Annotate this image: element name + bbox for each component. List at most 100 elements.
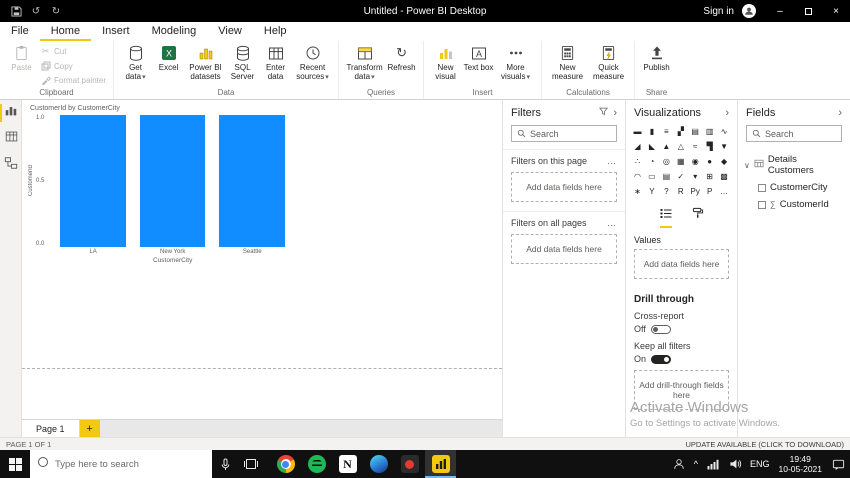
stacked-column-chart-icon[interactable]: ▮ xyxy=(645,125,658,138)
field-checkbox[interactable] xyxy=(758,184,766,192)
waterfall-chart-icon[interactable]: ▜ xyxy=(703,140,716,153)
language-indicator[interactable]: ENG xyxy=(748,459,772,469)
page-tab[interactable]: Page 1 xyxy=(22,420,80,437)
format-tab[interactable] xyxy=(692,206,704,228)
excel-button[interactable]: X Excel xyxy=(152,42,185,72)
taskbar-app-notion[interactable]: N xyxy=(332,450,363,478)
undo-icon[interactable]: ↺ xyxy=(28,3,44,19)
tab-insert[interactable]: Insert xyxy=(91,22,141,41)
filled-map-icon[interactable]: ● xyxy=(703,155,716,168)
bar-seattle[interactable] xyxy=(219,115,285,247)
line-chart-icon[interactable]: ∿ xyxy=(718,125,731,138)
taskbar-app-edge[interactable] xyxy=(363,450,394,478)
taskbar-app-power-bi[interactable] xyxy=(425,450,456,478)
table-icon[interactable]: ⊞ xyxy=(703,170,716,183)
tab-help[interactable]: Help xyxy=(253,22,298,41)
taskbar-app-chrome[interactable] xyxy=(270,450,301,478)
task-view-icon[interactable] xyxy=(238,450,264,478)
map-icon[interactable]: ◉ xyxy=(689,155,702,168)
taskbar-app-spotify[interactable] xyxy=(301,450,332,478)
bar-chart-visual[interactable]: CustomerId by CustomerCity CustomerId 1.… xyxy=(28,103,298,285)
stacked-area-chart-icon[interactable]: ◣ xyxy=(645,140,658,153)
model-view-button[interactable] xyxy=(0,152,22,178)
power-bi-datasets-button[interactable]: Power BI datasets xyxy=(185,42,226,81)
taskbar-search-input[interactable] xyxy=(55,459,205,470)
redo-icon[interactable]: ↻ xyxy=(48,3,64,19)
clustered-bar-chart-icon[interactable]: ≡ xyxy=(660,125,673,138)
save-icon[interactable] xyxy=(8,3,24,19)
matrix-icon[interactable]: ▩ xyxy=(718,170,731,183)
hidden-icons-chevron[interactable]: ^ xyxy=(692,459,700,469)
python-visual-icon[interactable]: Py xyxy=(689,185,702,198)
multi-row-card-icon[interactable]: ▤ xyxy=(660,170,673,183)
donut-chart-icon[interactable]: ◎ xyxy=(660,155,673,168)
funnel-chart-icon[interactable]: ▼ xyxy=(718,140,731,153)
clustered-column-chart-icon[interactable]: ▞ xyxy=(674,125,687,138)
enter-data-button[interactable]: Enter data xyxy=(259,42,292,81)
slicer-icon[interactable]: ▾ xyxy=(689,170,702,183)
publish-button[interactable]: Publish xyxy=(640,42,673,72)
network-icon[interactable] xyxy=(704,450,722,478)
fields-search-input[interactable] xyxy=(765,129,836,139)
refresh-button[interactable]: ↻ Refresh xyxy=(385,42,418,72)
treemap-icon[interactable]: ▦ xyxy=(674,155,687,168)
tab-view[interactable]: View xyxy=(207,22,253,41)
scatter-chart-icon[interactable]: ∴ xyxy=(631,155,644,168)
taskbar-search-box[interactable] xyxy=(30,450,212,478)
quick-measure-button[interactable]: Quick measure xyxy=(588,42,629,81)
keep-all-filters-toggle[interactable] xyxy=(651,355,671,364)
filters-all-pages-dropzone[interactable]: Add data fields here xyxy=(511,234,617,264)
filters-page-dropzone[interactable]: Add data fields here xyxy=(511,172,617,202)
pie-chart-icon[interactable]: ◔ xyxy=(645,155,658,168)
100-stacked-column-chart-icon[interactable]: ▥ xyxy=(703,125,716,138)
field-row-customerid[interactable]: ∑ CustomerId xyxy=(738,196,850,213)
more-options-icon[interactable]: … xyxy=(607,218,617,228)
cross-report-toggle[interactable] xyxy=(651,325,671,334)
get-data-button[interactable]: Get data▾ xyxy=(119,42,152,82)
minimize-icon[interactable]: – xyxy=(766,0,794,22)
taskbar-clock[interactable]: 19:49 10-05-2021 xyxy=(776,454,825,474)
sql-server-button[interactable]: SQL Server xyxy=(226,42,259,81)
field-checkbox[interactable] xyxy=(758,201,766,209)
tab-file[interactable]: File xyxy=(0,22,40,41)
collapse-pane-icon[interactable]: › xyxy=(838,108,842,119)
update-available-link[interactable]: UPDATE AVAILABLE (CLICK TO DOWNLOAD) xyxy=(685,440,844,449)
report-canvas[interactable]: CustomerId by CustomerCity CustomerId 1.… xyxy=(22,100,502,437)
card-icon[interactable]: ▭ xyxy=(645,170,658,183)
decomposition-tree-icon[interactable]: Y xyxy=(645,185,658,198)
more-visuals-option-icon[interactable]: … xyxy=(718,185,731,198)
values-dropzone[interactable]: Add data fields here xyxy=(634,249,729,279)
start-button[interactable] xyxy=(0,450,30,478)
account-avatar[interactable] xyxy=(742,4,756,18)
drill-through-dropzone[interactable]: Add drill-through fields here xyxy=(634,370,729,410)
power-apps-visual-icon[interactable]: P xyxy=(703,185,716,198)
microphone-icon[interactable] xyxy=(212,450,238,478)
fields-search-box[interactable] xyxy=(746,125,842,142)
filters-search-input[interactable] xyxy=(530,129,611,139)
new-visual-button[interactable]: New visual xyxy=(429,42,462,81)
collapse-pane-icon[interactable]: › xyxy=(725,108,729,119)
taskbar-app-media-player[interactable] xyxy=(394,450,425,478)
table-node[interactable]: ∨ Details Customers xyxy=(738,149,850,179)
100-stacked-bar-chart-icon[interactable]: ▤ xyxy=(689,125,702,138)
people-icon[interactable] xyxy=(670,450,688,478)
speaker-icon[interactable] xyxy=(726,450,744,478)
text-box-button[interactable]: A Text box xyxy=(462,42,495,72)
report-view-button[interactable] xyxy=(0,100,22,126)
ribbon-chart-icon[interactable]: ≈ xyxy=(689,140,702,153)
key-influencers-icon[interactable]: ∗ xyxy=(631,185,644,198)
recent-sources-button[interactable]: Recent sources▾ xyxy=(292,42,333,82)
field-row-customercity[interactable]: CustomerCity xyxy=(738,179,850,196)
chevron-down-icon[interactable]: ∨ xyxy=(744,161,750,170)
bar-la[interactable] xyxy=(60,115,126,247)
action-center-icon[interactable] xyxy=(829,450,847,478)
qa-visual-icon[interactable]: ? xyxy=(660,185,673,198)
more-options-icon[interactable]: … xyxy=(607,156,617,166)
restore-icon[interactable] xyxy=(794,0,822,22)
tab-home[interactable]: Home xyxy=(40,22,91,41)
collapse-pane-icon[interactable]: › xyxy=(613,108,617,119)
r-script-visual-icon[interactable]: R xyxy=(674,185,687,198)
kpi-icon[interactable]: ✓ xyxy=(674,170,687,183)
gauge-icon[interactable]: ◠ xyxy=(631,170,644,183)
more-visuals-button[interactable]: More visuals▾ xyxy=(495,42,536,82)
